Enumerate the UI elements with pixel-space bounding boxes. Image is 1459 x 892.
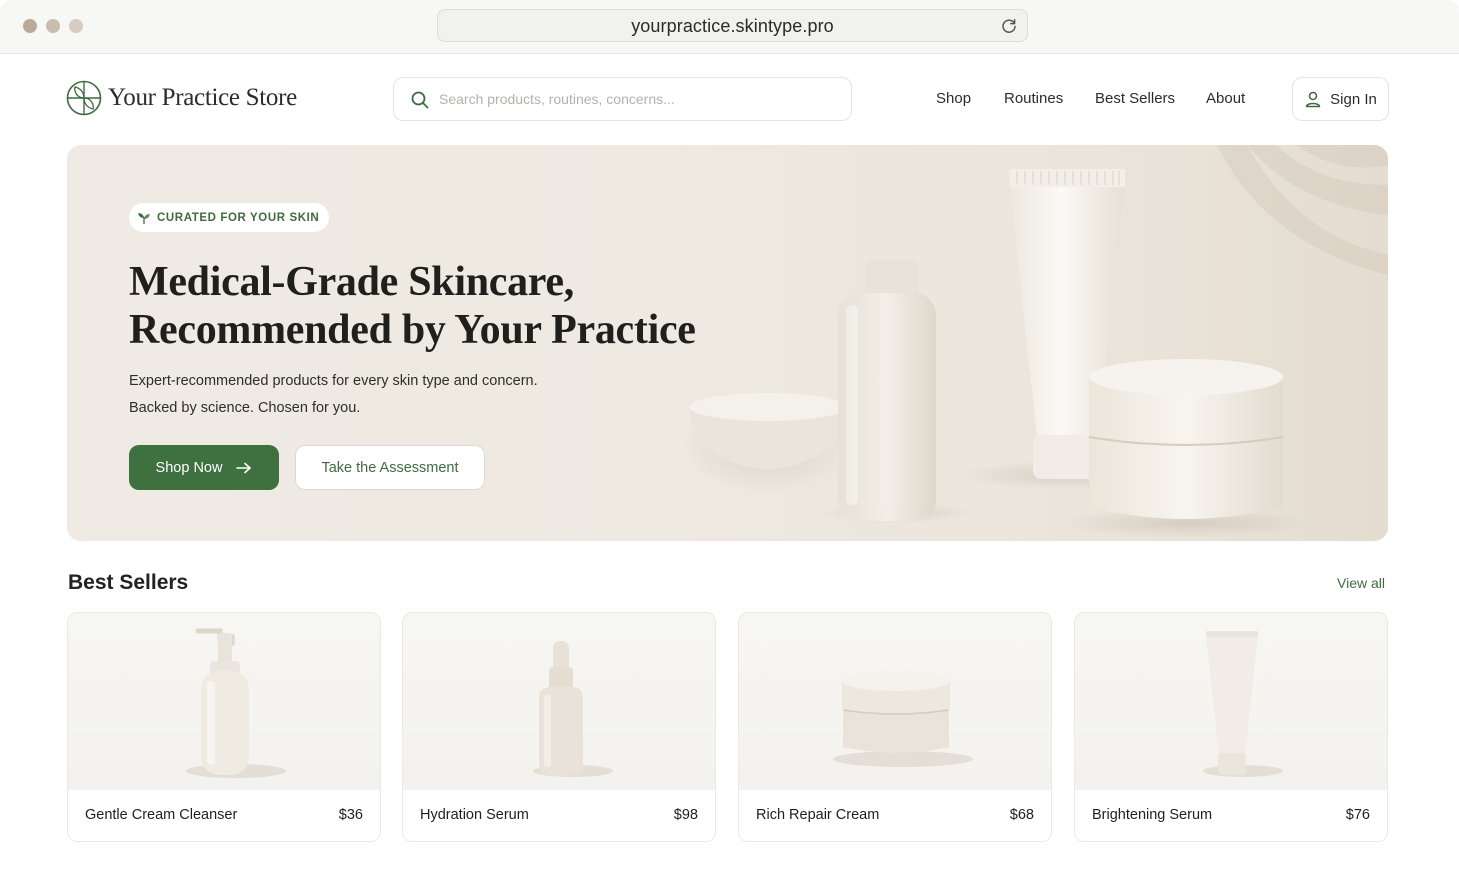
sign-in-label: Sign In bbox=[1330, 90, 1377, 108]
browser-chrome: yourpractice.skintype.pro bbox=[0, 0, 1459, 54]
product-name: Hydration Serum bbox=[420, 807, 529, 823]
product-price: $36 bbox=[338, 807, 363, 823]
nav-about[interactable]: About bbox=[1206, 90, 1245, 107]
shop-now-label: Shop Now bbox=[155, 459, 223, 476]
shop-now-button[interactable]: Shop Now bbox=[129, 445, 279, 490]
reload-icon[interactable] bbox=[1000, 17, 1018, 35]
nav-best-sellers[interactable]: Best Sellers bbox=[1095, 90, 1175, 107]
product-image-tube bbox=[1075, 613, 1387, 790]
product-image-cream-jar bbox=[739, 613, 1051, 790]
product-price: $98 bbox=[673, 807, 698, 823]
product-image-pump-bottle bbox=[68, 613, 380, 790]
window-controls bbox=[23, 19, 83, 33]
product-card-brightening-serum[interactable]: Brightening Serum $76 bbox=[1074, 612, 1388, 842]
hero-headline-line2: Recommended by Your Practice bbox=[129, 307, 696, 353]
product-image-dropper-bottle bbox=[403, 613, 715, 790]
brand-name: Your Practice Store bbox=[108, 84, 297, 111]
product-name: Brightening Serum bbox=[1092, 807, 1213, 823]
leaf-icon bbox=[138, 212, 150, 224]
sign-in-button[interactable]: Sign In bbox=[1292, 77, 1389, 121]
product-price: $68 bbox=[1009, 807, 1034, 823]
hero-subtext-line2: Backed by science. Chosen for you. bbox=[129, 400, 361, 416]
maximize-window-button[interactable] bbox=[69, 19, 83, 33]
hero-badge-label: CURATED FOR YOUR SKIN bbox=[157, 211, 320, 224]
product-price: $76 bbox=[1345, 807, 1370, 823]
user-icon bbox=[1305, 91, 1321, 108]
search-input[interactable] bbox=[439, 88, 839, 110]
address-bar[interactable]: yourpractice.skintype.pro bbox=[437, 9, 1028, 42]
take-assessment-button[interactable]: Take the Assessment bbox=[295, 445, 485, 490]
product-name: Rich Repair Cream bbox=[756, 807, 880, 823]
nav-routines[interactable]: Routines bbox=[1004, 90, 1063, 107]
hero-badge: CURATED FOR YOUR SKIN bbox=[129, 203, 330, 232]
product-name: Gentle Cream Cleanser bbox=[85, 807, 238, 823]
arrow-right-icon bbox=[236, 462, 252, 473]
hero-headline: Medical-Grade Skincare, Recommended by Y… bbox=[129, 258, 749, 354]
product-card-gentle-cream-cleanser[interactable]: Gentle Cream Cleanser $36 bbox=[67, 612, 381, 842]
hero-headline-line1: Medical-Grade Skincare, bbox=[129, 259, 574, 305]
hero-subtext: Expert-recommended products for every sk… bbox=[129, 368, 649, 422]
hero-subtext-line1: Expert-recommended products for every sk… bbox=[129, 373, 538, 389]
nav-shop[interactable]: Shop bbox=[936, 90, 971, 107]
brand-logo[interactable]: Your Practice Store bbox=[66, 80, 297, 116]
product-card-rich-repair-cream[interactable]: Rich Repair Cream $68 bbox=[738, 612, 1052, 842]
close-window-button[interactable] bbox=[23, 19, 37, 33]
leaf-cross-logo-icon bbox=[66, 80, 102, 116]
address-url: yourpractice.skintype.pro bbox=[631, 16, 834, 36]
product-card-hydration-serum[interactable]: Hydration Serum $98 bbox=[402, 612, 716, 842]
view-all-link[interactable]: View all bbox=[1337, 575, 1385, 591]
best-sellers-title: Best Sellers bbox=[68, 571, 189, 594]
search-box[interactable] bbox=[393, 77, 852, 121]
search-icon bbox=[411, 91, 429, 109]
minimize-window-button[interactable] bbox=[46, 19, 60, 33]
